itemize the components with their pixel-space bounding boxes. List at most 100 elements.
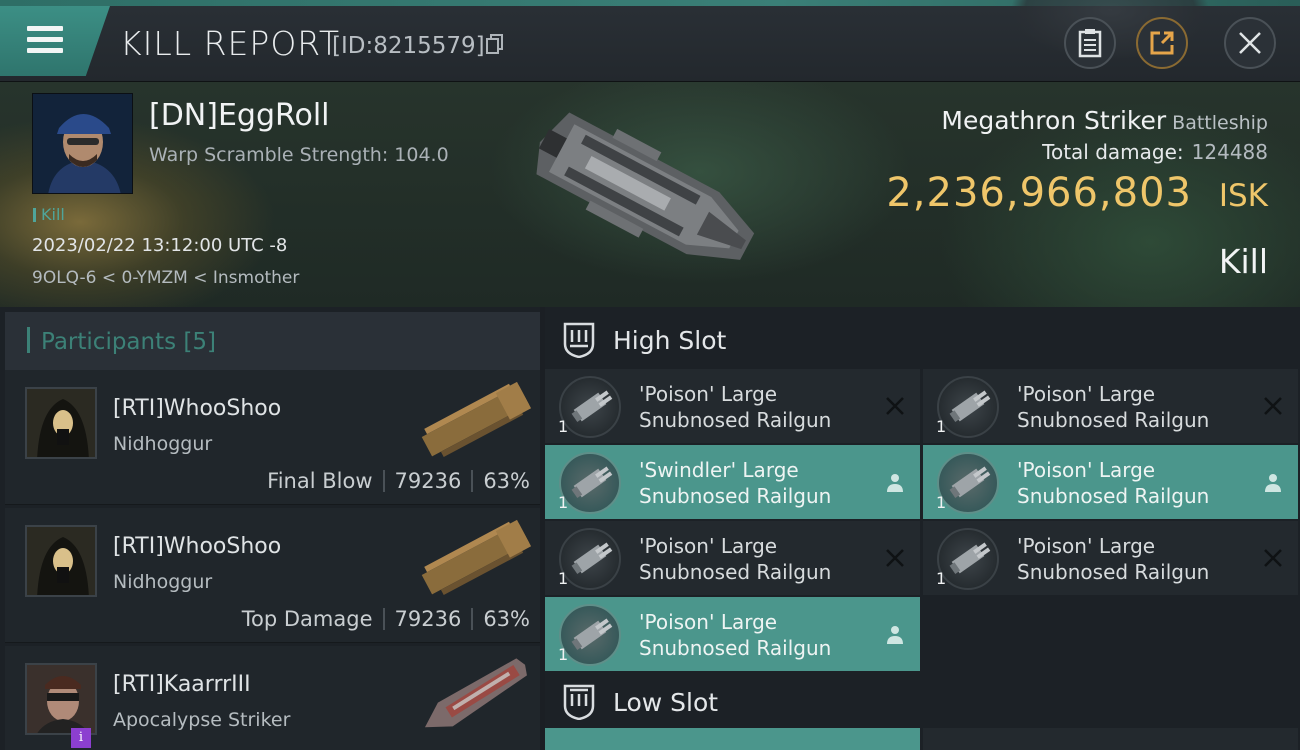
module-item[interactable]: 1 'Poison' Large Snubnosed Railgun: [923, 369, 1298, 443]
info-badge: i: [71, 728, 91, 748]
participant-damage: 79236: [394, 607, 462, 631]
high-slot-label: High Slot: [613, 326, 727, 355]
railgun-icon: [937, 528, 999, 590]
clipboard-button[interactable]: [1064, 17, 1116, 69]
destroyed-icon: [886, 549, 904, 567]
module-quantity: 1: [558, 569, 569, 588]
participant-role: Final Blow: [267, 469, 373, 493]
victim-portrait[interactable]: [32, 93, 133, 194]
header-accent: [27, 327, 30, 353]
module-name-line1: 'Poison' Large: [1017, 382, 1156, 406]
railgun-icon: [937, 452, 999, 514]
isk-unit: ISK: [1218, 178, 1268, 214]
divider: [382, 608, 385, 630]
participant-name: [RTI]WhooShoo: [113, 396, 282, 421]
module-name: 'Poison' Large Snubnosed Railgun: [639, 609, 831, 661]
victim-ship-class: Battleship: [1172, 112, 1268, 134]
copy-icon[interactable]: [486, 34, 504, 54]
railgun-icon: [937, 376, 999, 438]
victim-name[interactable]: [DN]EggRoll: [149, 98, 330, 133]
participants-title: Participants [5]: [41, 329, 216, 355]
module-name-line1: 'Poison' Large: [639, 610, 778, 634]
low-slot-header: Low Slot: [545, 669, 1300, 733]
high-slot-header: High Slot: [545, 307, 1300, 371]
module-item[interactable]: [545, 728, 920, 750]
participants-header: Participants [5]: [5, 312, 540, 370]
participant-row[interactable]: [RTI]WhooShoo Nidhoggur Top Damage 79236 6…: [5, 508, 540, 643]
report-id: [ID:8215579]: [332, 33, 485, 59]
destroyed-icon: [1264, 549, 1282, 567]
dropped-person-icon: [887, 626, 903, 644]
module-name: 'Poison' Large Snubnosed Railgun: [639, 533, 831, 585]
module-item[interactable]: 1 'Poison' Large Snubnosed Railgun: [545, 521, 920, 595]
dropped-person-icon: [1265, 474, 1281, 492]
kill-result: Kill: [1218, 242, 1268, 281]
participant-name: [RTI]KaarrrIII: [113, 672, 251, 697]
divider: [471, 608, 474, 630]
participant-percent: 63%: [483, 469, 530, 493]
participant-role: Top Damage: [241, 607, 373, 631]
fitting-panel: High Slot 1 'Poison' Large Snubnosed Rail…: [545, 307, 1300, 750]
victim-ship-image: [536, 112, 755, 260]
module-quantity: 1: [558, 493, 569, 512]
module-item[interactable]: 1 'Poison' Large Snubnosed Railgun: [545, 597, 920, 671]
module-quantity: 1: [936, 493, 947, 512]
participant-stats: Final Blow 79236 63%: [267, 469, 530, 493]
menu-button[interactable]: [0, 6, 110, 76]
participant-damage: 79236: [394, 469, 462, 493]
railgun-icon: [559, 528, 621, 590]
divider: [471, 470, 474, 492]
module-name: 'Swindler' Large Snubnosed Railgun: [639, 457, 831, 509]
participant-avatar: [25, 525, 97, 597]
module-quantity: 1: [936, 417, 947, 436]
top-bar: KILL REPORT [ID:8215579]: [0, 0, 1300, 82]
module-name-line1: 'Poison' Large: [1017, 534, 1156, 558]
close-icon: [1239, 32, 1261, 54]
module-item[interactable]: 1 'Swindler' Large Snubnosed Railgun: [545, 445, 920, 519]
participants-label: Participants: [41, 329, 177, 355]
share-button[interactable]: [1136, 17, 1188, 69]
participants-count: [5]: [183, 329, 217, 355]
participant-ship-image: [421, 519, 532, 596]
module-item[interactable]: 1 'Poison' Large Snubnosed Railgun: [545, 369, 920, 443]
module-name-line1: 'Poison' Large: [639, 382, 778, 406]
module-quantity: 1: [936, 569, 947, 588]
module-name-line2: Snubnosed Railgun: [639, 408, 832, 432]
destroyed-icon: [1264, 397, 1282, 415]
kill-location[interactable]: 9OLQ-6 < 0-YMZM < Insmother: [32, 268, 299, 288]
destroyed-icon: [886, 397, 904, 415]
divider: [382, 470, 385, 492]
module-item[interactable]: [923, 728, 1298, 750]
participant-row[interactable]: [RTI]WhooShoo Nidhoggur Final Blow 79236 6…: [5, 370, 540, 505]
total-damage: Total damage: 124488: [1042, 140, 1268, 164]
module-quantity: 1: [558, 645, 569, 664]
isk-value: 2,236,966,803: [886, 170, 1192, 216]
participants-panel: Participants [5] [RTI]WhooShoo Nidhoggur…: [0, 307, 540, 750]
module-name-line2: Snubnosed Railgun: [1017, 560, 1210, 584]
share-icon: [1150, 31, 1174, 55]
total-damage-value: 124488: [1191, 140, 1268, 164]
victim-panel: [DN]EggRoll Warp Scramble Strength: 104.…: [0, 82, 1300, 307]
module-name-line1: 'Poison' Large: [639, 534, 778, 558]
participant-name: [RTI]WhooShoo: [113, 534, 282, 559]
participant-row[interactable]: i [RTI]KaarrrIII Apocalypse Striker: [5, 646, 540, 750]
page-title: KILL REPORT: [120, 24, 340, 63]
clipboard-icon: [1078, 29, 1102, 58]
participant-ship-image: [424, 658, 527, 728]
module-name-line2: Snubnosed Railgun: [639, 560, 832, 584]
pilot-avatar-icon: [33, 94, 132, 193]
victim-ship[interactable]: Megathron Striker Battleship: [941, 106, 1268, 135]
railgun-icon: [559, 604, 621, 666]
module-name: 'Poison' Large Snubnosed Railgun: [1017, 381, 1209, 433]
module-item[interactable]: 1 'Poison' Large Snubnosed Railgun: [923, 445, 1298, 519]
victim-ship-name: Megathron Striker: [941, 106, 1167, 135]
dropped-person-icon: [887, 474, 903, 492]
module-item[interactable]: 1 'Poison' Large Snubnosed Railgun: [923, 521, 1298, 595]
kill-tag: Kill: [33, 205, 65, 224]
railgun-icon: [559, 376, 621, 438]
close-button[interactable]: [1224, 17, 1276, 69]
module-name: 'Poison' Large Snubnosed Railgun: [1017, 457, 1209, 509]
hooded-pilot-icon: [27, 389, 95, 457]
module-name: 'Poison' Large Snubnosed Railgun: [639, 381, 831, 433]
module-name-line1: 'Swindler' Large: [639, 458, 799, 482]
